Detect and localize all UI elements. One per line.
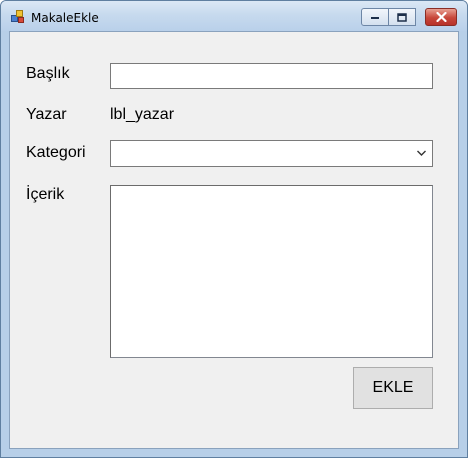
author-value: lbl_yazar — [110, 106, 175, 123]
category-label: Kategori — [26, 144, 86, 161]
author-label: Yazar — [26, 106, 67, 123]
form-client-area: Başlık Yazar lbl_yazar Kategori İçerik E… — [9, 31, 459, 449]
add-button[interactable]: EKLE — [353, 367, 433, 409]
close-icon — [435, 12, 447, 22]
maximize-button[interactable] — [389, 8, 416, 26]
title-input[interactable] — [110, 63, 433, 89]
maximize-icon — [397, 12, 407, 22]
chevron-down-icon[interactable] — [416, 149, 427, 157]
title-label: Başlık — [26, 65, 70, 82]
category-select[interactable] — [110, 140, 433, 167]
title-bar[interactable]: MakaleEkle — [1, 1, 467, 31]
close-button[interactable] — [425, 8, 457, 26]
window: MakaleEkle Başlık Yazar lbl_yazar Katego… — [0, 0, 468, 458]
form-icon — [11, 10, 24, 23]
minimize-button[interactable] — [361, 8, 389, 26]
content-label: İçerik — [26, 186, 65, 203]
content-textarea[interactable] — [110, 185, 433, 358]
window-title: MakaleEkle — [31, 11, 99, 25]
minimize-icon — [371, 17, 379, 19]
